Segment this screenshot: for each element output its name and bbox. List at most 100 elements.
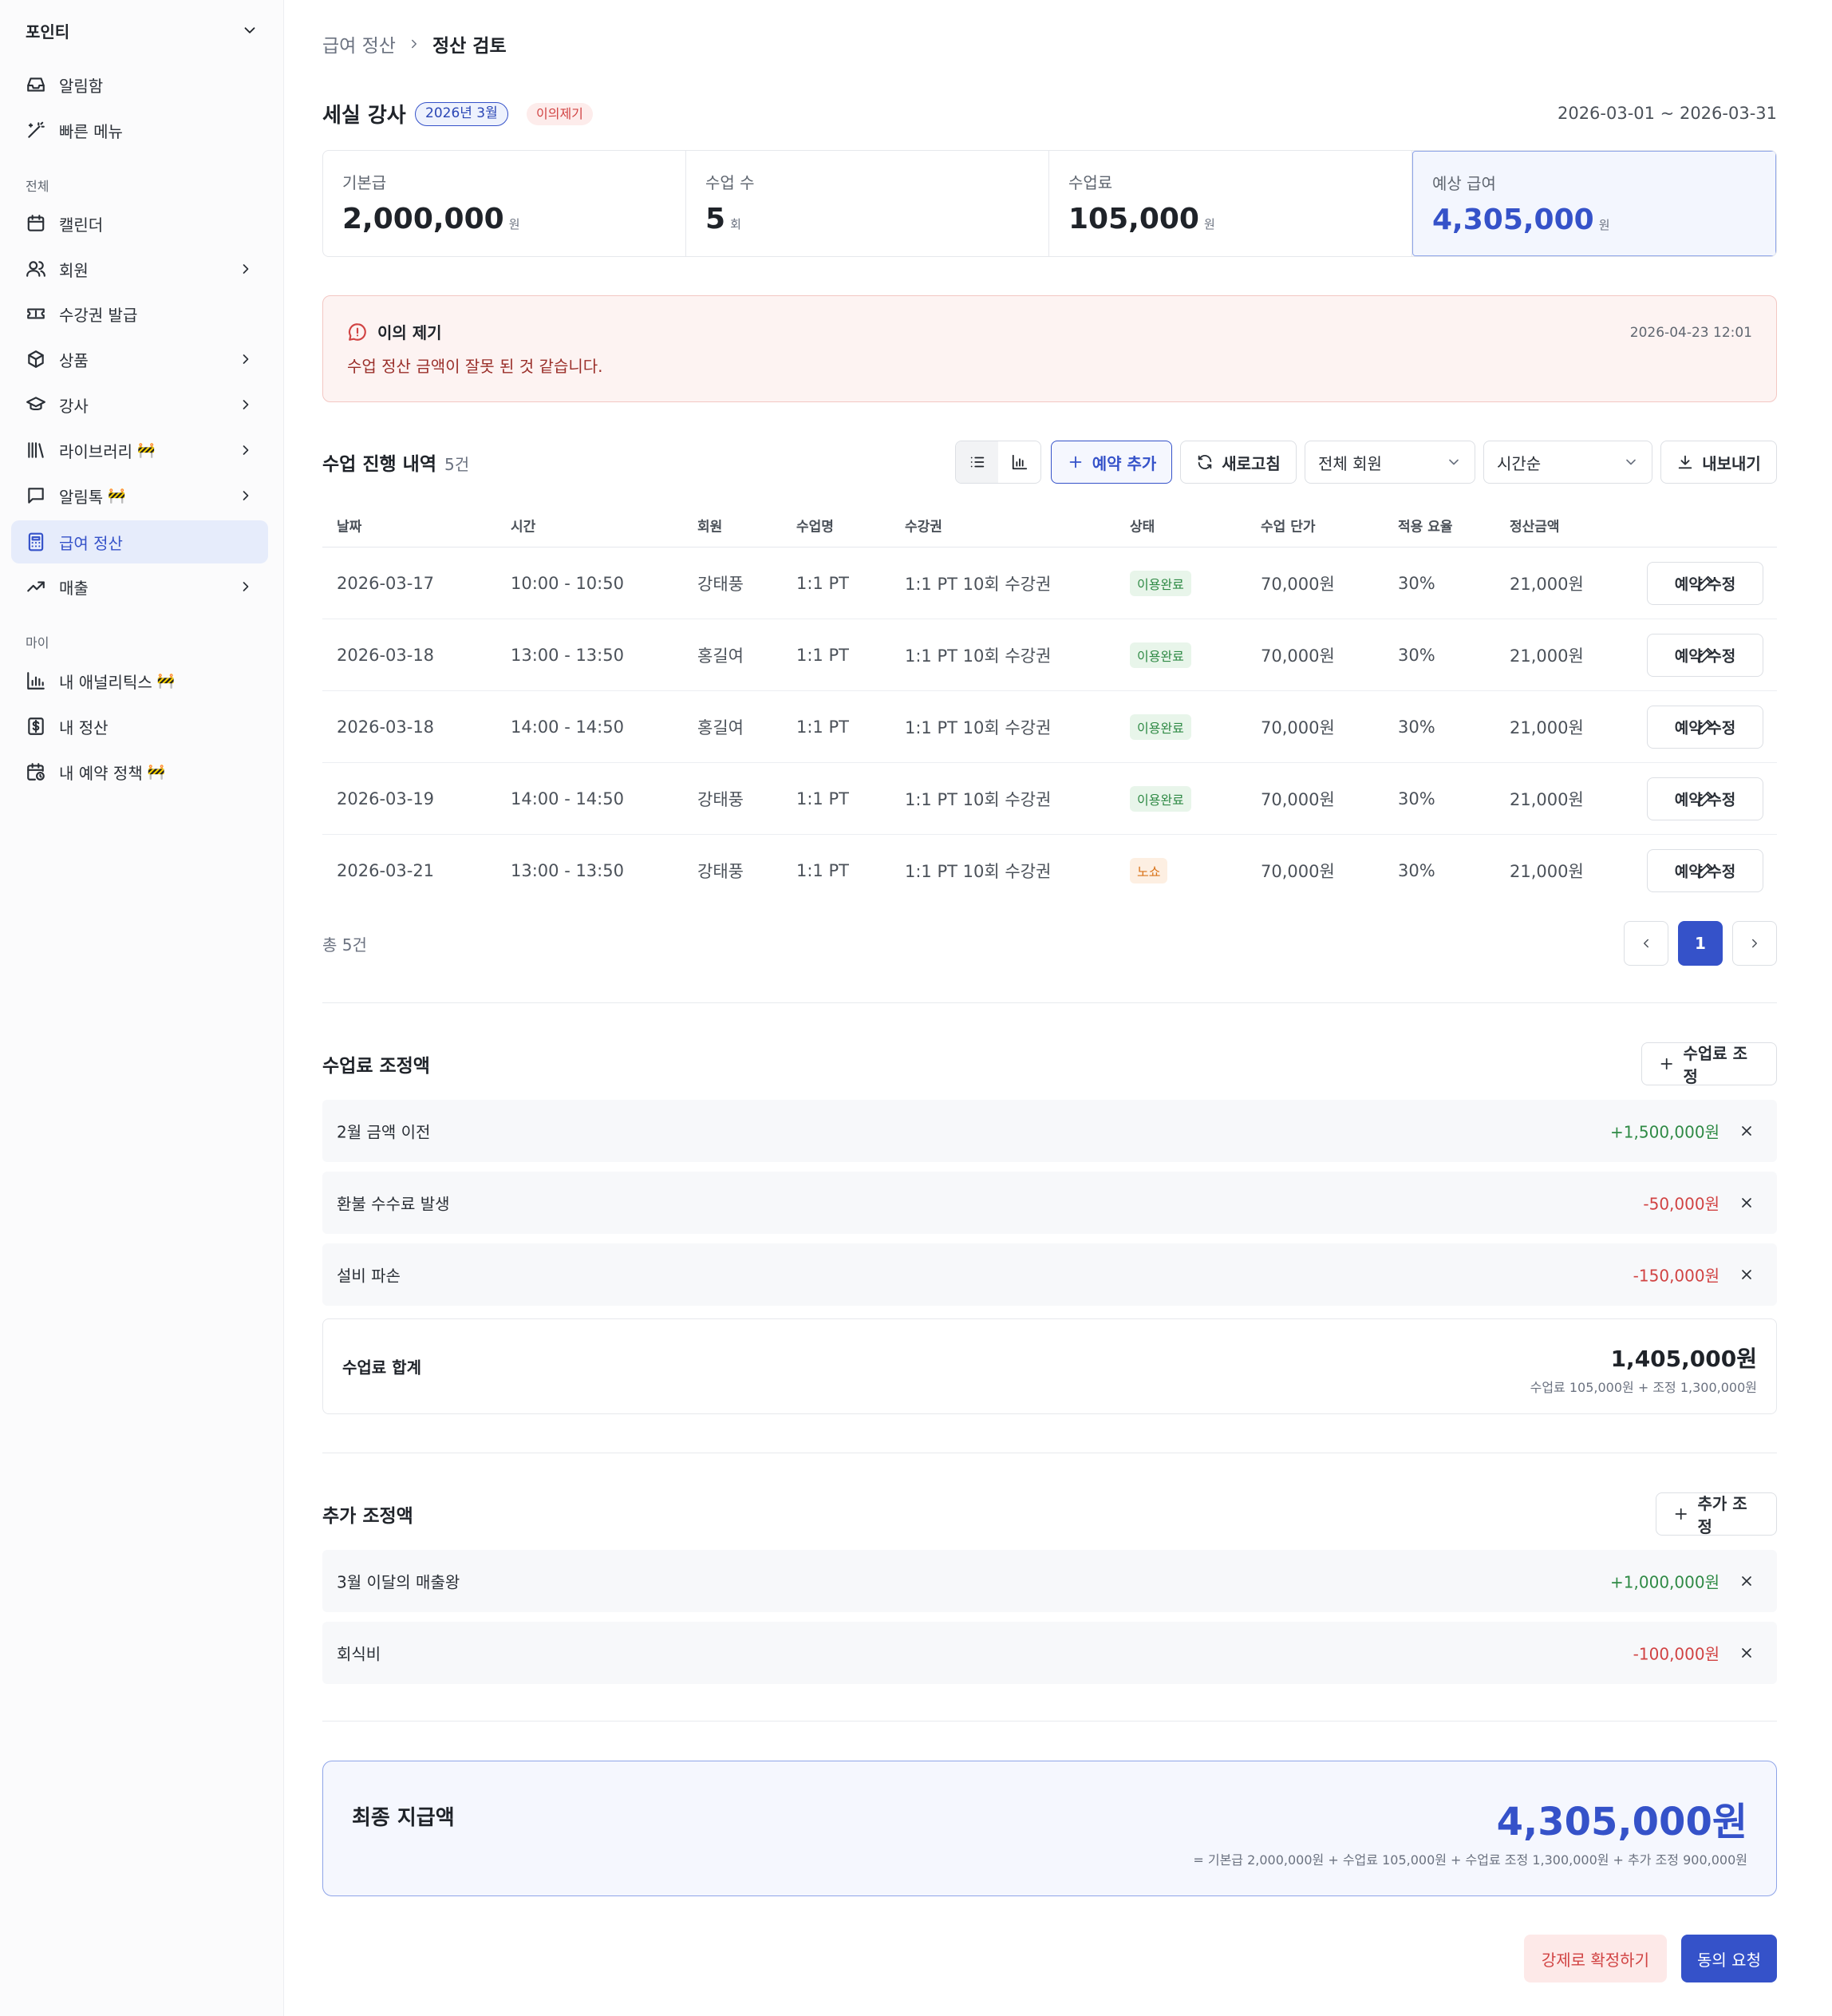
adjust-amount: +1,000,000원 (1610, 1572, 1719, 1592)
close-icon[interactable] (1739, 1267, 1755, 1283)
bar-chart-icon (1012, 454, 1027, 470)
close-icon[interactable] (1739, 1573, 1755, 1589)
cell-amount: 21,000원 (1510, 574, 1584, 594)
dispute-title: 이의 제기 (377, 323, 442, 342)
sidebar-item-my-booking-policy[interactable]: 내 예약 정책 🚧 (11, 750, 268, 793)
cell-date: 2026-03-17 (337, 573, 435, 593)
close-icon[interactable] (1739, 1195, 1755, 1211)
chevron-down-icon (244, 27, 255, 34)
sidebar-item-my-analytics[interactable]: 내 애널리틱스 🚧 (11, 659, 268, 702)
list-icon (970, 457, 984, 468)
edit-booking-button[interactable]: 예약 수정 (1647, 705, 1763, 749)
col-status: 상태 (1130, 519, 1155, 535)
refresh-button[interactable]: 새로고침 (1180, 441, 1297, 484)
cell-time: 14:00 - 14:50 (511, 717, 624, 737)
cell-rate: 30% (1398, 645, 1435, 665)
magic-wand-icon (28, 121, 45, 138)
request-agreement-button[interactable]: 동의 요청 (1681, 1935, 1777, 1982)
edit-booking-label: 예약 수정 (1674, 719, 1736, 737)
next-page-button[interactable] (1732, 921, 1777, 966)
plus-icon (1675, 1508, 1687, 1520)
plus-icon (1660, 1057, 1672, 1070)
status-badge: 노쇼 (1130, 858, 1168, 883)
cell-date: 2026-03-19 (337, 789, 435, 808)
page-button[interactable]: 1 (1678, 921, 1723, 966)
period-badge: 2026년 3월 (415, 102, 508, 126)
close-icon[interactable] (1739, 1123, 1755, 1139)
adjust-amount: +1,500,000원 (1610, 1122, 1719, 1142)
breadcrumb: 급여 정산 정산 검토 (322, 30, 507, 57)
sidebar-item-products[interactable]: 상품 (11, 338, 268, 381)
divider (322, 1002, 1777, 1003)
sidebar-item-payroll[interactable]: 급여 정산 (11, 520, 268, 563)
col-date: 날짜 (337, 519, 362, 535)
close-icon[interactable] (1739, 1645, 1755, 1661)
sort-select[interactable]: 시간순 (1483, 441, 1652, 484)
table-row: 2026-03-19 14:00 - 14:50 강태풍 1:1 PT 1:1 … (322, 763, 1777, 835)
sidebar-item-calendar[interactable]: 캘린더 (11, 202, 268, 245)
status-badge: 이용완료 (1130, 570, 1191, 596)
fee-adjust-title: 수업료 조정액 (322, 1056, 430, 1077)
add-booking-button[interactable]: 예약 추가 (1051, 441, 1172, 484)
sidebar-item-quick-menu[interactable]: 빠른 메뉴 (11, 109, 268, 152)
edit-booking-button[interactable]: 예약 수정 (1647, 633, 1763, 677)
sidebar-item-inbox[interactable]: 알림함 (11, 63, 268, 106)
stat-value: 5 (705, 203, 726, 235)
chevron-right-icon (411, 39, 417, 49)
breadcrumb-parent[interactable]: 급여 정산 (322, 30, 396, 57)
workspace-switcher[interactable]: 포인티 (26, 18, 259, 43)
cell-pass: 1:1 PT 10회 수강권 (905, 574, 1052, 594)
calendar-icon (27, 215, 45, 231)
workspace-name: 포인티 (26, 22, 70, 42)
sidebar-item-library[interactable]: 라이브러리 🚧 (11, 429, 268, 472)
fee-sum-box: 수업료 합계 1,405,000원 수업료 105,000원 + 조정 1,30… (322, 1318, 1777, 1414)
sidebar-item-my-settlement[interactable]: 내 정산 (11, 705, 268, 748)
dispute-alert: 이의 제기 수업 정산 금액이 잘못 된 것 같습니다. 2026-04-23 … (322, 295, 1777, 402)
final-payment-box: 최종 지급액 4,305,000원 = 기본급 2,000,000원 + 수업료… (322, 1761, 1777, 1896)
sidebar-item-sales[interactable]: 매출 (11, 565, 268, 608)
cell-class: 1:1 PT (796, 573, 849, 593)
fee-sum-value: 1,405,000원 (1610, 1346, 1757, 1372)
chevron-left-icon (1644, 939, 1648, 948)
sidebar-item-alimtalk[interactable]: 알림톡 🚧 (11, 474, 268, 517)
adjust-label: 환불 수수료 발생 (337, 1194, 450, 1214)
cell-member: 강태풍 (697, 862, 744, 881)
chevron-right-icon (243, 582, 249, 591)
stat-unit: 원 (1203, 217, 1215, 231)
sidebar-item-members[interactable]: 회원 (11, 247, 268, 291)
stat-expected-salary: 예상 급여 4,305,000 원 (1412, 151, 1776, 256)
edit-booking-button[interactable]: 예약 수정 (1647, 849, 1763, 892)
construction-badge: 🚧 (147, 763, 166, 781)
edit-booking-button[interactable]: 예약 수정 (1647, 777, 1763, 820)
force-confirm-button[interactable]: 강제로 확정하기 (1523, 1935, 1667, 1982)
add-fee-adjust-button[interactable]: 수업료 조정 (1641, 1042, 1777, 1086)
list-view-button[interactable] (956, 441, 998, 483)
status-badge: 이용완료 (1130, 785, 1191, 812)
sidebar-section-my: 마이 (26, 635, 49, 650)
col-time: 시간 (511, 519, 536, 535)
sidebar-item-instructors[interactable]: 강사 (11, 383, 268, 426)
users-icon (26, 261, 45, 277)
prev-page-button[interactable] (1624, 921, 1668, 966)
status-badge: 이용완료 (1130, 642, 1191, 668)
cell-time: 13:00 - 13:50 (511, 645, 624, 665)
sidebar-item-pass-issue[interactable]: 수강권 발급 (11, 292, 268, 335)
chart-view-button[interactable] (998, 441, 1040, 483)
adjust-item: 회식비 -100,000원 (322, 1622, 1777, 1684)
export-button[interactable]: 내보내기 (1660, 441, 1777, 484)
cell-price: 70,000원 (1261, 574, 1335, 594)
message-icon (28, 488, 44, 504)
table-row: 2026-03-18 14:00 - 14:50 홍길여 1:1 PT 1:1 … (322, 691, 1777, 763)
chevron-right-icon (243, 400, 249, 409)
sessions-title: 수업 진행 내역 5건 (322, 449, 469, 476)
edit-booking-button[interactable]: 예약 수정 (1647, 561, 1763, 605)
alert-message-icon (348, 322, 366, 341)
member-filter-select[interactable]: 전체 회원 (1305, 441, 1475, 484)
plus-icon (1069, 456, 1082, 468)
construction-badge: 🚧 (156, 672, 176, 690)
add-extra-adjust-button[interactable]: 추가 조정 (1656, 1492, 1777, 1536)
stat-class-fee: 수업료 105,000 원 (1049, 151, 1412, 256)
stat-unit: 회 (730, 217, 741, 231)
adjust-label: 설비 파손 (337, 1266, 401, 1286)
refresh-icon (1198, 455, 1212, 469)
